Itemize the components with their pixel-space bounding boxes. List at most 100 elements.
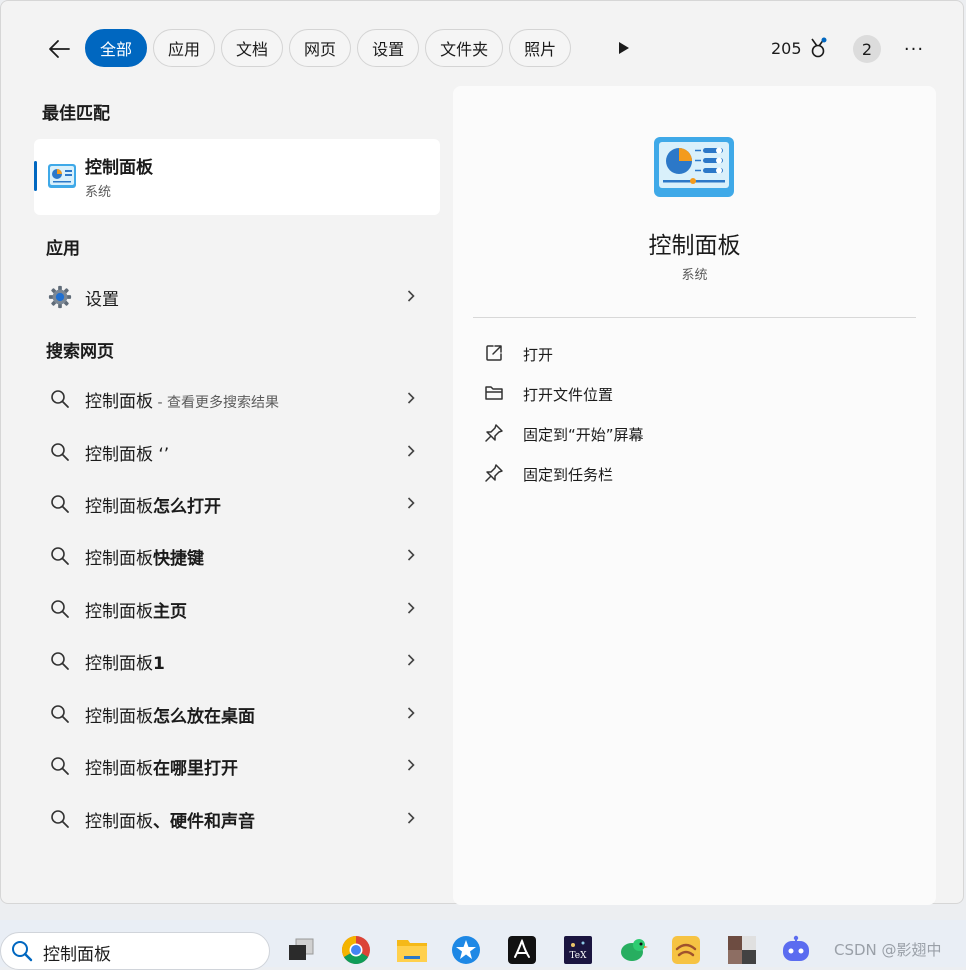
web-suggestion-label: 控制面板怎么打开: [85, 497, 221, 517]
search-icon: [48, 807, 72, 831]
preview-subtitle: 系统: [681, 268, 708, 283]
web-suggestion-item[interactable]: 控制面板怎么打开: [34, 480, 440, 526]
back-arrow-icon: [49, 40, 70, 58]
tab-web[interactable]: 网页: [289, 29, 352, 67]
control-panel-large-icon: [653, 136, 735, 202]
account-badge[interactable]: 2: [853, 35, 881, 63]
pin-icon: [483, 462, 505, 484]
ai-assistant-icon[interactable]: [780, 934, 812, 966]
tex-editor-icon[interactable]: TeX: [562, 934, 594, 966]
chevron-right-icon: [404, 287, 418, 305]
web-suggestion-label: 控制面板 - 查看更多搜索结果: [85, 392, 279, 412]
action-pin-to-start[interactable]: 固定到“开始”屏幕: [483, 418, 903, 448]
chevron-right-icon: [404, 599, 418, 617]
web-suggestion-item[interactable]: 控制面板、硬件和声音: [34, 795, 440, 841]
more-options-button[interactable]: ···: [899, 35, 929, 63]
web-suggestion-label: 控制面板 ‘’: [85, 445, 170, 465]
preview-title: 控制面板: [648, 233, 741, 259]
app-item-label: 设置: [85, 290, 119, 310]
best-match-heading: 最佳匹配: [42, 104, 110, 124]
pin-icon: [483, 422, 505, 444]
back-button[interactable]: [41, 31, 77, 67]
search-icon: [48, 649, 72, 673]
search-icon: [48, 440, 72, 464]
web-search-heading: 搜索网页: [46, 342, 114, 362]
web-suggestion-hint: - 查看更多搜索结果: [153, 395, 279, 411]
play-icon: [619, 42, 629, 54]
search-icon: [48, 754, 72, 778]
selection-indicator: [34, 161, 37, 191]
rewards-points[interactable]: 205: [771, 37, 828, 59]
action-open[interactable]: 打开: [483, 338, 903, 368]
chevron-right-icon: [404, 809, 418, 827]
bird-app-icon[interactable]: [616, 934, 648, 966]
best-match-item[interactable]: 控制面板 系统: [34, 139, 440, 215]
open-external-icon: [483, 342, 505, 364]
best-match-name: 控制面板: [85, 158, 153, 178]
chrome-icon[interactable]: [340, 934, 372, 966]
apps-heading: 应用: [46, 239, 80, 259]
web-suggestion-label: 控制面板怎么放在桌面: [85, 707, 255, 727]
web-suggestion-label: 控制面板、硬件和声音: [85, 812, 255, 832]
tab-folders[interactable]: 文件夹: [425, 29, 504, 67]
settings-gear-icon: [48, 285, 72, 309]
web-suggestion-item[interactable]: 控制面板在哪里打开: [34, 742, 440, 788]
search-icon: [48, 544, 72, 568]
game-app-icon[interactable]: [670, 934, 702, 966]
search-icon: [48, 492, 72, 516]
preview-pane: 控制面板 系统 打开 打开文件位置 固定到“开始”屏幕 固定到任务栏: [453, 86, 936, 905]
web-suggestion-item[interactable]: 控制面板 ‘’: [34, 428, 440, 474]
tab-photos[interactable]: 照片: [509, 29, 572, 67]
folder-icon: [483, 382, 505, 404]
web-suggestion-item[interactable]: 控制面板快捷键: [34, 532, 440, 578]
web-suggestion-label: 控制面板快捷键: [85, 549, 204, 569]
ellipsis-icon: ···: [903, 38, 925, 60]
web-suggestion-label: 控制面板1: [85, 654, 165, 674]
action-pin-to-taskbar[interactable]: 固定到任务栏: [483, 458, 903, 488]
chevron-right-icon: [404, 494, 418, 512]
top-bar: 全部 应用 文档 网页 设置 文件夹 照片 205 2 ···: [1, 27, 965, 69]
chevron-right-icon: [404, 389, 418, 407]
action-label: 固定到任务栏: [523, 466, 614, 484]
points-value: 205: [771, 38, 802, 58]
taskbar-search-text: 控制面板: [43, 945, 111, 965]
search-panel: 全部 应用 文档 网页 设置 文件夹 照片 205 2 ··· 最佳匹配 控制面…: [0, 0, 965, 905]
control-panel-icon: [47, 163, 77, 193]
medal-icon: [810, 37, 827, 58]
preview-divider: [473, 317, 916, 318]
search-icon: [11, 940, 33, 966]
app-item-settings[interactable]: 设置: [34, 273, 440, 319]
chevron-right-icon: [404, 442, 418, 460]
tab-documents[interactable]: 文档: [221, 29, 284, 67]
svg-text:TeX: TeX: [569, 951, 587, 961]
action-open-file-location[interactable]: 打开文件位置: [483, 378, 903, 408]
web-suggestion-label: 控制面板在哪里打开: [85, 759, 238, 779]
tab-settings[interactable]: 设置: [357, 29, 420, 67]
media-app-icon[interactable]: [726, 934, 758, 966]
chevron-right-icon: [404, 651, 418, 669]
tab-all[interactable]: 全部: [85, 29, 148, 67]
chevron-right-icon: [404, 756, 418, 774]
tab-apps[interactable]: 应用: [153, 29, 216, 67]
badge-count: 2: [861, 39, 873, 59]
best-match-category: 系统: [85, 185, 112, 200]
app-star-icon[interactable]: [450, 934, 482, 966]
action-label: 固定到“开始”屏幕: [523, 426, 644, 444]
file-explorer-icon[interactable]: [396, 934, 428, 966]
search-icon: [48, 387, 72, 411]
chevron-right-icon: [404, 546, 418, 564]
search-icon: [48, 702, 72, 726]
web-suggestion-item[interactable]: 控制面板怎么放在桌面: [34, 690, 440, 736]
web-suggestion-item[interactable]: 控制面板主页: [34, 585, 440, 631]
watermark-text: CSDN @影翅中: [834, 941, 942, 959]
chevron-right-icon: [404, 704, 418, 722]
web-suggestion-item[interactable]: 控制面板1: [34, 637, 440, 683]
web-suggestion-label: 控制面板主页: [85, 602, 187, 622]
action-label: 打开文件位置: [523, 386, 614, 404]
more-filters-button[interactable]: [613, 37, 635, 59]
taskbar-search-box[interactable]: 控制面板: [0, 932, 270, 970]
pdf-reader-icon[interactable]: [506, 934, 538, 966]
task-view-icon[interactable]: [285, 934, 317, 966]
web-suggestion-item[interactable]: 控制面板 - 查看更多搜索结果: [34, 375, 440, 421]
filter-tabs: 全部 应用 文档 网页 设置 文件夹 照片: [85, 29, 572, 67]
